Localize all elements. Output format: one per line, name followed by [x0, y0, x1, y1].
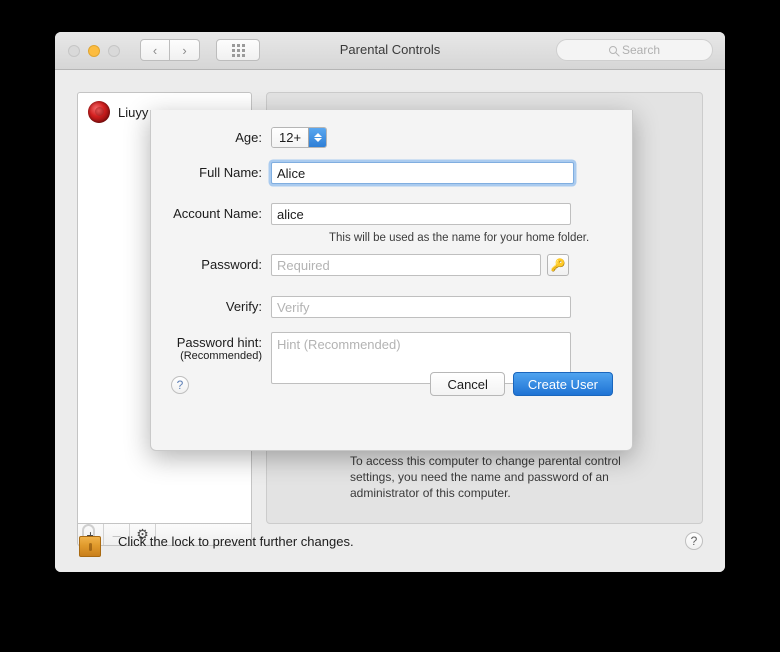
help-button[interactable]: ? [685, 532, 703, 550]
full-name-input[interactable]: Alice [271, 162, 574, 184]
rose-avatar-icon [88, 101, 110, 123]
verify-input[interactable]: Verify [271, 296, 571, 318]
account-name-input[interactable]: alice [271, 203, 571, 225]
password-hint-sublabel: (Recommended) [180, 350, 262, 362]
verify-row: Verify: Verify [151, 296, 571, 318]
manage-remote-description: To access this computer to change parent… [350, 454, 621, 500]
window-body: Liuyy + – ⚙ Manage parental controls fro… [55, 70, 725, 572]
password-hint-label: Password hint: (Recommended) [151, 332, 271, 362]
lock-label: Click the lock to prevent further change… [118, 534, 354, 549]
search-input[interactable]: Search [556, 39, 713, 61]
stepper-arrows-icon[interactable] [308, 128, 327, 147]
full-name-row: Full Name: Alice [151, 162, 574, 184]
age-value: 12+ [272, 128, 309, 147]
full-name-label: Full Name: [199, 165, 262, 180]
verify-label: Verify: [225, 299, 262, 314]
age-stepper[interactable]: 12+ [271, 127, 328, 148]
lock-bar: Click the lock to prevent further change… [55, 514, 725, 572]
age-row: Age: 12+ [151, 127, 328, 148]
cancel-button[interactable]: Cancel [430, 372, 505, 396]
unlocked-padlock-icon[interactable] [77, 524, 107, 558]
create-user-sheet: Age: 12+ Full Name: Alice Account Name: … [150, 110, 633, 451]
sheet-help-button[interactable]: ? [171, 376, 189, 394]
sheet-button-row: Cancel Create User [430, 372, 613, 396]
account-name-row: Account Name: alice [151, 203, 571, 225]
create-user-button[interactable]: Create User [512, 372, 613, 396]
search-icon [608, 46, 617, 54]
password-label: Password: [201, 257, 262, 272]
account-name-hint: This will be used as the name for your h… [329, 232, 590, 244]
user-name-label: Liuyy [118, 104, 149, 120]
key-icon[interactable]: 🔑 [547, 254, 569, 276]
age-label: Age: [235, 130, 262, 145]
password-row: Password: Required 🔑 [151, 254, 569, 276]
search-placeholder: Search [621, 43, 661, 57]
account-name-label: Account Name: [173, 206, 262, 221]
parental-controls-window: ‹ › Parental Controls Search Liuyy + – ⚙… [55, 32, 725, 572]
password-input[interactable]: Required [271, 254, 541, 276]
window-titlebar: ‹ › Parental Controls Search [55, 32, 725, 70]
